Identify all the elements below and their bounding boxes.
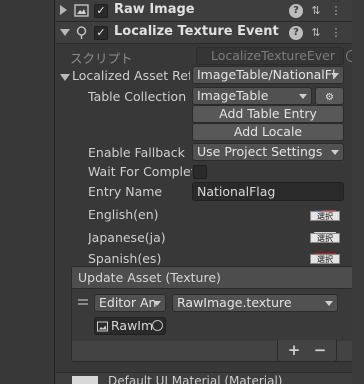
- object-picker-icon[interactable]: [152, 320, 163, 331]
- script-value: LocalizeTextureEver: [211, 48, 336, 63]
- add-locale-button[interactable]: Add Locale: [192, 123, 344, 141]
- context-menu-icon[interactable]: ⋮: [329, 4, 343, 18]
- localized-asset-dropdown[interactable]: ImageTable/NationalFl: [192, 66, 344, 84]
- target-object-value: RawIm: [111, 318, 154, 333]
- event-listener-row[interactable]: Editor An RawImage.texture RawIm: [72, 289, 356, 341]
- localize-texture-event-header[interactable]: ✓ Localize Texture Event ? ⇅ ⋮: [56, 22, 364, 44]
- locale-spanish-asset[interactable]: 選択: [310, 249, 340, 264]
- chevron-down-icon: [331, 73, 339, 78]
- remove-listener-button[interactable]: −: [310, 341, 330, 359]
- locale-japanese-label: Japanese(ja): [88, 230, 166, 245]
- select-button[interactable]: 選択: [310, 254, 340, 264]
- table-settings-button[interactable]: ⚙: [315, 87, 344, 105]
- locale-japanese-asset[interactable]: 選択: [310, 228, 340, 243]
- table-settings-icon: ⚙: [325, 92, 334, 103]
- chevron-down-icon: [299, 94, 307, 99]
- script-label: スクリプト: [70, 51, 133, 66]
- chevron-down-icon: [325, 301, 333, 306]
- runtime-mode-dropdown[interactable]: Editor An: [94, 294, 166, 312]
- localize-title: Localize Texture Event: [114, 24, 279, 39]
- add-listener-button[interactable]: +: [284, 341, 304, 359]
- table-collection-dropdown[interactable]: ImageTable: [192, 87, 312, 105]
- chevron-down-icon: [153, 301, 161, 306]
- locale-spanish-label: Spanish(es): [88, 251, 162, 266]
- localize-enabled-checkbox[interactable]: ✓: [94, 26, 108, 40]
- hierarchy-gutter: [0, 0, 55, 384]
- runtime-mode-value: Editor An: [99, 295, 157, 310]
- raw-image-enabled-checkbox[interactable]: ✓: [94, 4, 108, 18]
- enable-fallback-dropdown[interactable]: Use Project Settings: [192, 143, 344, 161]
- table-collection-value: ImageTable: [197, 88, 269, 103]
- table-collection-label: Table Collection: [88, 89, 187, 104]
- list-controls: + −: [277, 340, 337, 362]
- localized-asset-label: Localized Asset Refe: [72, 68, 190, 83]
- enable-fallback-value: Use Project Settings: [197, 144, 323, 159]
- inspector-panel: ✓ Raw Image ? ⇅ ⋮ ✓ Localize Texture Eve…: [56, 0, 364, 384]
- material-title: Default UI Material (Material): [108, 374, 283, 384]
- raw-image-header[interactable]: ✓ Raw Image ? ⇅ ⋮: [56, 0, 364, 22]
- localized-asset-value: ImageTable/NationalFl: [197, 67, 336, 82]
- chevron-down-icon: [331, 150, 339, 155]
- entry-name-label: Entry Name: [88, 184, 163, 199]
- event-title: Update Asset (Texture): [72, 267, 356, 289]
- wait-for-complete-checkbox[interactable]: [193, 165, 207, 179]
- presets-icon[interactable]: ⇅: [309, 4, 323, 18]
- function-dropdown[interactable]: RawImage.texture: [172, 294, 338, 312]
- select-button[interactable]: 選択: [310, 211, 340, 221]
- entry-name-input[interactable]: NationalFlag: [192, 182, 344, 201]
- foldout-expanded-icon[interactable]: [60, 29, 70, 36]
- wait-for-complete-label: Wait For Complet: [88, 164, 192, 179]
- presets-icon[interactable]: ⇅: [309, 26, 323, 40]
- material-icon: [72, 376, 98, 384]
- drag-handle-icon[interactable]: [78, 299, 88, 305]
- enable-fallback-label: Enable Fallback: [88, 145, 185, 160]
- add-table-entry-button[interactable]: Add Table Entry: [192, 105, 344, 123]
- locale-english-label: English(en): [88, 207, 159, 222]
- locale-english-asset[interactable]: 選択: [310, 206, 340, 221]
- script-field: LocalizeTextureEver: [196, 47, 344, 65]
- material-component-header[interactable]: Default UI Material (Material): [56, 372, 364, 384]
- context-menu-icon[interactable]: ⋮: [329, 26, 343, 40]
- select-button[interactable]: 選択: [310, 233, 340, 243]
- localize-pin-icon: [74, 25, 89, 40]
- raw-image-small-icon: [97, 320, 108, 335]
- function-value: RawImage.texture: [177, 295, 292, 310]
- foldout-collapsed-icon[interactable]: [60, 5, 67, 15]
- help-icon[interactable]: ?: [289, 26, 303, 40]
- inspector-scrollbar[interactable]: [352, 0, 364, 384]
- raw-image-icon: [74, 3, 89, 18]
- localized-asset-foldout-icon[interactable]: [60, 74, 70, 81]
- help-icon[interactable]: ?: [289, 4, 303, 18]
- raw-image-title: Raw Image: [114, 2, 195, 17]
